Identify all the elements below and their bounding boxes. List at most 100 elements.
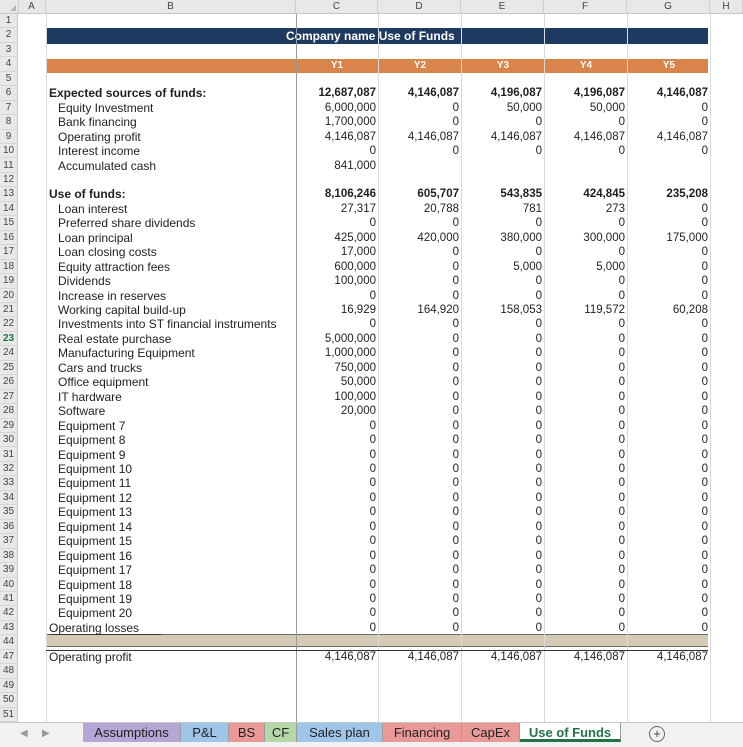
- next-sheet-icon[interactable]: ▶: [42, 728, 50, 739]
- row-header-14[interactable]: 14: [0, 202, 17, 217]
- row-header-47[interactable]: 47: [0, 650, 17, 665]
- row-header-19[interactable]: 19: [0, 274, 17, 289]
- row-header-49[interactable]: 49: [0, 679, 17, 694]
- row-header-1[interactable]: 1: [0, 14, 17, 29]
- row-header-21[interactable]: 21: [0, 303, 17, 318]
- uses-row-value-y3: 0: [535, 448, 542, 461]
- uses-row-value-y3: 0: [535, 491, 542, 504]
- add-sheet-icon[interactable]: +: [649, 726, 665, 742]
- row-header-23[interactable]: 23: [0, 332, 17, 347]
- uses-row-value-y5: 0: [701, 462, 708, 475]
- row-header-3[interactable]: 3: [0, 43, 17, 58]
- row-header-10[interactable]: 10: [0, 144, 17, 159]
- uses-row-value-y1: 0: [369, 593, 376, 605]
- sheet-tab-bs[interactable]: BS: [229, 723, 265, 742]
- uses-row-value-y5: 0: [701, 535, 708, 548]
- row-header-11[interactable]: 11: [0, 159, 17, 173]
- row-header-4[interactable]: 4: [0, 57, 17, 72]
- row-header-39[interactable]: 39: [0, 563, 17, 578]
- year-label-y3: Y3: [496, 60, 510, 71]
- row-header-31[interactable]: 31: [0, 448, 17, 462]
- row-header-32[interactable]: 32: [0, 462, 17, 477]
- uses-row-value-y1: 0: [369, 462, 376, 475]
- uses-row-value-y4: 0: [618, 564, 625, 577]
- row-header-12[interactable]: 12: [0, 173, 17, 188]
- uses-row-value-y4: 5,000: [596, 260, 625, 273]
- row-header-38[interactable]: 38: [0, 549, 17, 564]
- row-header-20[interactable]: 20: [0, 289, 17, 303]
- uses-header-row-value-y4: 424,845: [583, 188, 625, 201]
- column-header-e[interactable]: E: [461, 0, 544, 13]
- row-header-22[interactable]: 22: [0, 317, 17, 332]
- row-header-27[interactable]: 27: [0, 390, 17, 405]
- uses-row: Loan principal: [58, 230, 133, 245]
- row-header-24[interactable]: 24: [0, 346, 17, 361]
- row-header-37[interactable]: 37: [0, 534, 17, 549]
- footer-operating-profit-row-value-y3: 4,146,087: [490, 650, 542, 663]
- row-header-44[interactable]: 44: [0, 635, 17, 650]
- row-header-7[interactable]: 7: [0, 101, 17, 116]
- row-header-48[interactable]: 48: [0, 664, 17, 679]
- uses-row-value-y2: 0: [452, 361, 459, 374]
- sources-header-row: Expected sources of funds:: [49, 86, 207, 101]
- uses-row-value-y3: 0: [535, 506, 542, 519]
- row-header-6[interactable]: 6: [0, 86, 17, 101]
- uses-row-value-y3: 0: [535, 361, 542, 374]
- sheet-grid[interactable]: Company name Use of Funds Y1 Y2 Y3 Y4 Y5 Exp…: [18, 14, 743, 722]
- uses-row-value-y3: 0: [535, 419, 542, 432]
- row-header-28[interactable]: 28: [0, 404, 17, 419]
- sheet-tab-use-of-funds[interactable]: Use of Funds: [520, 723, 621, 742]
- sources-header-row-value-y4: 4,196,087: [573, 87, 625, 100]
- column-header-h[interactable]: H: [710, 0, 743, 13]
- row-header-2[interactable]: 2: [0, 28, 17, 43]
- row-header-41[interactable]: 41: [0, 592, 17, 607]
- column-header-g[interactable]: G: [627, 0, 710, 13]
- row-header-9[interactable]: 9: [0, 130, 17, 145]
- uses-row-value-y4: 0: [618, 448, 625, 461]
- operating-losses-row: Operating losses: [49, 620, 140, 635]
- row-header-8[interactable]: 8: [0, 115, 17, 130]
- row-header-13[interactable]: 13: [0, 187, 17, 202]
- prev-sheet-icon[interactable]: ◀: [20, 728, 28, 739]
- column-header-c[interactable]: C: [296, 0, 378, 13]
- row-header-25[interactable]: 25: [0, 361, 17, 376]
- column-header-b[interactable]: B: [46, 0, 296, 13]
- row-header-50[interactable]: 50: [0, 693, 17, 708]
- uses-row: Manufacturing Equipment: [58, 346, 195, 361]
- row-header-30[interactable]: 30: [0, 433, 17, 448]
- uses-row-value-y1: 100,000: [334, 390, 376, 403]
- column-header-d[interactable]: D: [378, 0, 461, 13]
- sheet-tab-sales-plan[interactable]: Sales plan: [297, 723, 383, 742]
- uses-row-value-y4: 0: [618, 405, 625, 418]
- row-header-16[interactable]: 16: [0, 231, 17, 246]
- row-header-43[interactable]: 43: [0, 621, 17, 636]
- sheet-tab-p-l[interactable]: P&L: [181, 723, 229, 742]
- row-header-35[interactable]: 35: [0, 505, 17, 520]
- sheet-tab-capex[interactable]: CapEx: [462, 723, 520, 742]
- operating-losses-row-value-y5: 0: [701, 621, 708, 634]
- sheet-tab-cf[interactable]: CF: [265, 723, 297, 742]
- row-header-51[interactable]: 51: [0, 708, 17, 723]
- column-header-a[interactable]: A: [18, 0, 46, 13]
- uses-row-value-y3: 0: [535, 549, 542, 562]
- row-header-15[interactable]: 15: [0, 216, 17, 231]
- row-header-18[interactable]: 18: [0, 260, 17, 275]
- uses-row-value-y4: 0: [618, 520, 625, 533]
- uses-row-value-y4: 0: [618, 477, 625, 490]
- row-header-36[interactable]: 36: [0, 520, 17, 535]
- row-header-29[interactable]: 29: [0, 419, 17, 434]
- row-header-17[interactable]: 17: [0, 245, 17, 260]
- row-header-40[interactable]: 40: [0, 578, 17, 592]
- uses-row-value-y5: 0: [701, 202, 708, 215]
- select-all-corner[interactable]: [0, 0, 19, 13]
- uses-row-value-y5: 0: [701, 361, 708, 374]
- uses-row-value-y3: 0: [535, 607, 542, 620]
- row-header-5[interactable]: 5: [0, 72, 17, 87]
- column-header-f[interactable]: F: [544, 0, 627, 13]
- sheet-tab-assumptions[interactable]: Assumptions: [83, 723, 181, 742]
- row-header-34[interactable]: 34: [0, 491, 17, 506]
- row-header-42[interactable]: 42: [0, 606, 17, 621]
- row-header-26[interactable]: 26: [0, 375, 17, 390]
- row-header-33[interactable]: 33: [0, 476, 17, 491]
- sheet-tab-financing[interactable]: Financing: [383, 723, 462, 742]
